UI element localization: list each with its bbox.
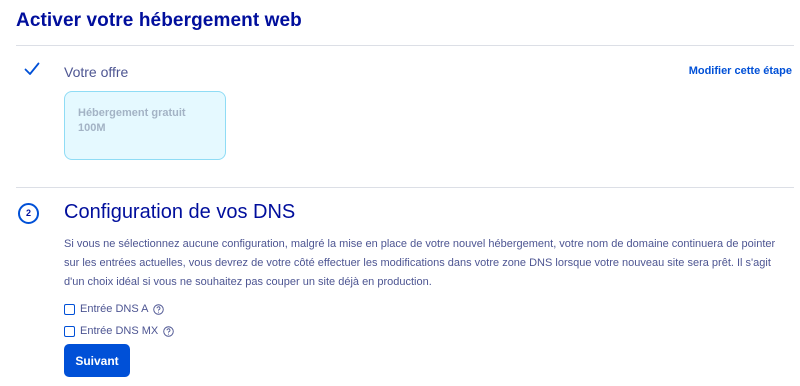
- dns-description: Si vous ne sélectionnez aucune configura…: [64, 238, 776, 288]
- offer-name: Hébergement gratuit: [78, 107, 186, 119]
- divider: [16, 45, 794, 46]
- modify-step-link[interactable]: Modifier cette étape: [689, 65, 792, 77]
- help-circle-icon[interactable]: [153, 303, 165, 315]
- dns-mx-checkbox[interactable]: [64, 325, 75, 337]
- dns-mx-option: Entrée DNS MX: [64, 325, 174, 337]
- dns-a-label: Entrée DNS A: [80, 303, 149, 315]
- step-number-badge: 2: [18, 203, 39, 224]
- offer-size: 100M: [78, 122, 106, 134]
- step2-title: Configuration de vos DNS: [64, 201, 296, 223]
- help-circle-icon[interactable]: [163, 325, 174, 337]
- dns-mx-label: Entrée DNS MX: [80, 325, 159, 337]
- divider: [16, 187, 794, 188]
- dns-a-checkbox[interactable]: [64, 303, 75, 315]
- check-icon: [24, 62, 40, 75]
- next-button[interactable]: Suivant: [64, 344, 130, 377]
- page-title: Activer votre hébergement web: [16, 10, 302, 31]
- dns-a-option: Entrée DNS A: [64, 303, 165, 315]
- offer-tile: Hébergement gratuit 100M: [64, 91, 226, 160]
- step1-label: Votre offre: [64, 64, 129, 80]
